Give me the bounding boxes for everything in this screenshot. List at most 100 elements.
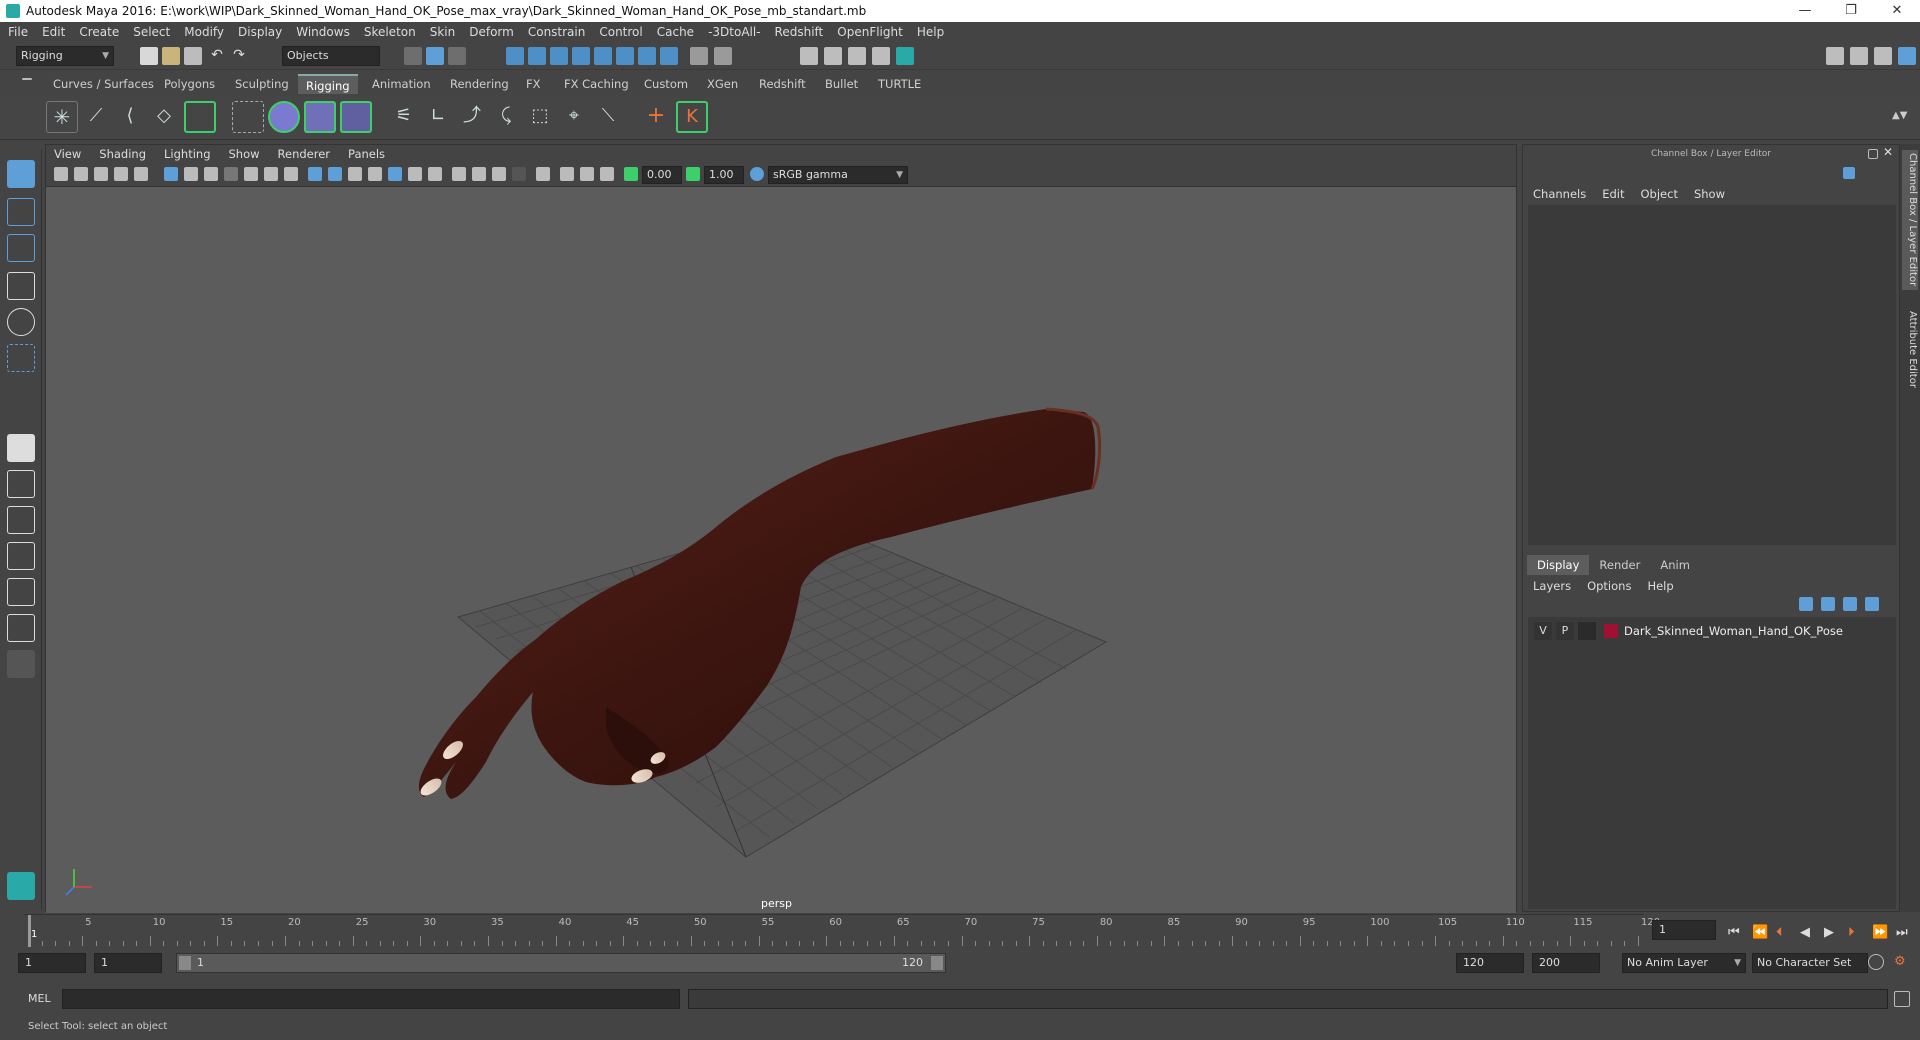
menu-cache[interactable]: Cache bbox=[657, 25, 694, 39]
single-perspective-layout-icon[interactable] bbox=[7, 434, 35, 462]
aim-constraint-icon[interactable]: ⌖ bbox=[558, 101, 590, 133]
snap-grid-icon[interactable] bbox=[506, 47, 524, 65]
exposure-field[interactable]: 0.00 bbox=[642, 166, 682, 184]
move-tool-icon[interactable] bbox=[7, 272, 35, 300]
menu-select[interactable]: Select bbox=[133, 25, 170, 39]
custom-layout-icon[interactable] bbox=[7, 650, 35, 678]
paint-weights-icon[interactable]: ⚟ bbox=[388, 101, 420, 133]
layer-tab-display[interactable]: Display bbox=[1527, 555, 1590, 575]
scale-tool-icon[interactable] bbox=[7, 344, 35, 372]
shelf-tab-animation[interactable]: Animation bbox=[364, 74, 439, 94]
save-scene-icon[interactable] bbox=[184, 47, 202, 65]
backface-culling-icon[interactable] bbox=[580, 167, 594, 181]
open-scene-icon[interactable] bbox=[162, 47, 180, 65]
four-view-layout-icon[interactable] bbox=[7, 470, 35, 498]
wireframe-icon[interactable] bbox=[308, 167, 322, 181]
cb-menu-object[interactable]: Object bbox=[1641, 187, 1678, 201]
vp-menu-show[interactable]: Show bbox=[229, 147, 260, 161]
layer-row[interactable]: V P Dark_Skinned_Woman_Hand_OK_Pose bbox=[1534, 621, 1890, 641]
hud-icon[interactable] bbox=[600, 167, 614, 181]
safe-title-icon[interactable] bbox=[284, 167, 298, 181]
menu-modify[interactable]: Modify bbox=[184, 25, 224, 39]
history-icon[interactable] bbox=[714, 47, 732, 65]
joint-tool-icon[interactable]: ✳ bbox=[46, 101, 78, 133]
hypershade-layout-icon[interactable] bbox=[7, 614, 35, 642]
anim-layer-dropdown[interactable]: No Anim Layer ▼ bbox=[1622, 953, 1746, 973]
menu-create[interactable]: Create bbox=[79, 25, 119, 39]
channel-box-toggle-icon[interactable] bbox=[1898, 47, 1916, 65]
script-editor-icon[interactable] bbox=[1894, 991, 1910, 1007]
go-to-end-icon[interactable]: ⏭ bbox=[1896, 925, 1908, 940]
vp-menu-shading[interactable]: Shading bbox=[99, 147, 146, 161]
close-button[interactable]: ✕ bbox=[1874, 0, 1920, 22]
anti-aliasing-icon[interactable] bbox=[472, 167, 486, 181]
cluster-icon[interactable] bbox=[232, 101, 264, 133]
play-forwards-icon[interactable]: ▶ bbox=[1824, 925, 1834, 940]
shelf-menu-icon[interactable] bbox=[22, 78, 32, 80]
render-view-icon[interactable] bbox=[800, 47, 818, 65]
play-backwards-icon[interactable]: ◀ bbox=[1800, 925, 1810, 940]
tool-settings-toggle-icon[interactable] bbox=[1874, 47, 1892, 65]
range-slider[interactable]: 1 120 bbox=[176, 953, 946, 973]
color-management-icon[interactable] bbox=[750, 167, 764, 181]
resolution-gate-icon[interactable] bbox=[204, 167, 218, 181]
shelf-tab-curves-surfaces[interactable]: Curves / Surfaces bbox=[45, 74, 162, 94]
select-by-hierarchy-icon[interactable] bbox=[404, 47, 422, 65]
menu-help[interactable]: Help bbox=[917, 25, 944, 39]
ik-handle-icon[interactable]: ⟋ bbox=[80, 101, 112, 133]
xray-icon[interactable] bbox=[536, 167, 550, 181]
step-forward-frame-icon[interactable]: ⏵ bbox=[1848, 925, 1855, 940]
layer-tab-anim[interactable]: Anim bbox=[1650, 555, 1700, 575]
animation-end-field[interactable]: 200 bbox=[1532, 953, 1600, 973]
menu-skeleton[interactable]: Skeleton bbox=[364, 25, 416, 39]
menu-redshift[interactable]: Redshift bbox=[775, 25, 824, 39]
select-tool-icon[interactable] bbox=[7, 160, 35, 188]
wireframe-on-shaded-icon[interactable] bbox=[348, 167, 362, 181]
modeling-toolkit-icon[interactable] bbox=[1826, 47, 1844, 65]
playback-end-field[interactable]: 120 bbox=[1456, 953, 1524, 973]
menuset-dropdown[interactable]: Rigging ▼ bbox=[16, 46, 114, 66]
range-end-handle[interactable] bbox=[931, 956, 943, 970]
point-constraint-icon[interactable]: ⤴ bbox=[456, 101, 488, 133]
screen-space-ao-icon[interactable] bbox=[428, 167, 442, 181]
new-layer-icon[interactable] bbox=[1843, 597, 1857, 611]
auto-key-icon[interactable] bbox=[1868, 954, 1884, 970]
animation-start-field[interactable]: 1 bbox=[18, 953, 86, 973]
snap-help-icon[interactable] bbox=[660, 47, 678, 65]
go-to-start-icon[interactable]: ⏮ bbox=[1728, 925, 1740, 940]
cb-menu-channels[interactable]: Channels bbox=[1533, 187, 1586, 201]
attribute-editor-toggle-icon[interactable] bbox=[1850, 47, 1868, 65]
outliner-persp-layout-icon[interactable] bbox=[7, 578, 35, 606]
new-scene-icon[interactable] bbox=[140, 47, 158, 65]
shelf-tab-rendering[interactable]: Rendering bbox=[442, 74, 517, 94]
move-layer-up-icon[interactable] bbox=[1799, 597, 1813, 611]
maya-home-icon[interactable] bbox=[7, 872, 35, 900]
menu-constrain[interactable]: Constrain bbox=[528, 25, 586, 39]
motion-blur-icon[interactable] bbox=[452, 167, 466, 181]
undo-icon[interactable]: ↶ bbox=[208, 47, 226, 65]
menu-edit[interactable]: Edit bbox=[42, 25, 65, 39]
snap-view-plane-icon[interactable] bbox=[572, 47, 590, 65]
side-tab-attribute-editor[interactable]: Attribute Editor bbox=[1902, 304, 1918, 394]
menu-deform[interactable]: Deform bbox=[469, 25, 514, 39]
layer-color-swatch[interactable] bbox=[1604, 624, 1618, 638]
side-tab-channel-box[interactable]: Channel Box / Layer Editor bbox=[1902, 150, 1918, 290]
menu-control[interactable]: Control bbox=[599, 25, 642, 39]
pole-vector-icon[interactable]: ⟍ bbox=[592, 101, 624, 133]
use-all-lights-icon[interactable] bbox=[388, 167, 402, 181]
rotate-tool-icon[interactable] bbox=[7, 308, 35, 336]
exposure-icon[interactable] bbox=[624, 167, 638, 181]
orient-constraint-icon[interactable]: ⤹ bbox=[490, 101, 522, 133]
depth-of-field-icon[interactable] bbox=[492, 167, 506, 181]
scale-constraint-icon[interactable]: ⬚ bbox=[524, 101, 556, 133]
film-gate-icon[interactable] bbox=[184, 167, 198, 181]
shadows-icon[interactable] bbox=[408, 167, 422, 181]
layer-tab-render[interactable]: Render bbox=[1589, 555, 1650, 575]
time-slider-track[interactable]: 1 5 10 15 20 25 30 35 40 45 50 55 60 65 70 75 80 85 90 95 10… bbox=[24, 914, 1660, 947]
smooth-shade-icon[interactable] bbox=[328, 167, 342, 181]
shelf-tab-turtle[interactable]: TURTLE bbox=[870, 74, 929, 94]
snap-vertex-icon[interactable] bbox=[638, 47, 656, 65]
character-set-dropdown[interactable]: No Character Set bbox=[1752, 953, 1868, 973]
wrap-icon[interactable] bbox=[340, 101, 372, 133]
xray-joints-icon[interactable] bbox=[560, 167, 574, 181]
